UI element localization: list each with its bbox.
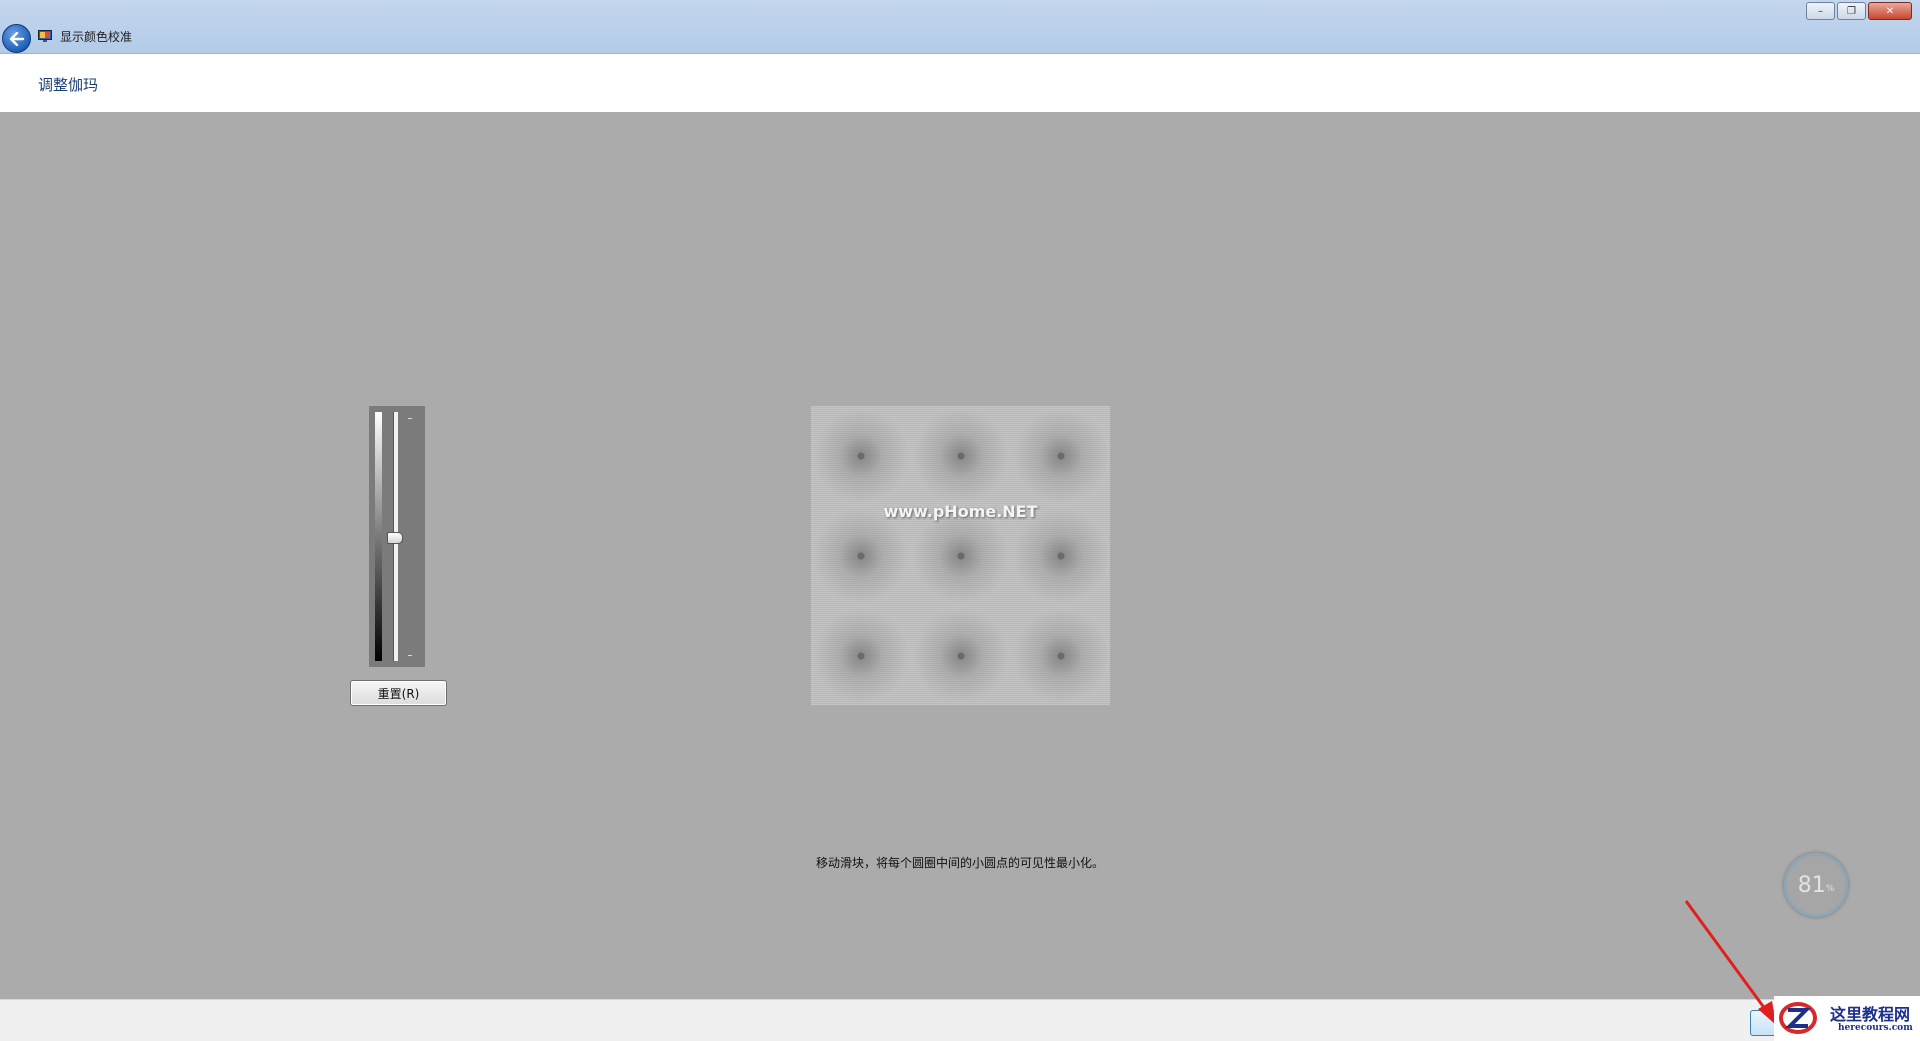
gamma-dot xyxy=(911,506,1011,606)
minimize-button[interactable]: – xyxy=(1806,2,1835,20)
window-controls: – ❐ ✕ xyxy=(1806,2,1912,20)
slider-tick-top xyxy=(408,418,412,419)
reset-button[interactable]: 重置(R) xyxy=(350,680,447,706)
progress-badge: 81% xyxy=(1784,853,1848,917)
window-title: 显示颜色校准 xyxy=(60,30,133,44)
arrow-left-icon xyxy=(9,31,24,46)
site-logo-mark-icon xyxy=(1779,1002,1817,1034)
calibration-window: 显示颜色校准 – ❐ ✕ 调整伽玛 重置(R) www.pHome.NET 移动… xyxy=(0,0,1920,1041)
title-bar: 显示颜色校准 – ❐ ✕ xyxy=(0,0,1920,54)
gamma-slider-thumb[interactable] xyxy=(387,531,403,544)
page-header: 调整伽玛 xyxy=(0,54,1920,112)
gamma-dot xyxy=(811,606,911,706)
site-logo: 这里教程网 herecours.com xyxy=(1774,996,1920,1041)
gamma-dot xyxy=(811,406,911,506)
gamma-sample-image: www.pHome.NET xyxy=(811,406,1111,706)
instruction-text: 移动滑块，将每个圆圈中间的小圆点的可见性最小化。 xyxy=(815,856,1104,870)
progress-value: 81 xyxy=(1797,872,1826,898)
gamma-dot xyxy=(811,506,911,606)
sample-watermark: www.pHome.NET xyxy=(883,502,1038,521)
gamma-dot xyxy=(911,406,1011,506)
close-button[interactable]: ✕ xyxy=(1868,2,1912,20)
gamma-gradient-bar xyxy=(375,412,382,661)
gamma-dot xyxy=(1011,506,1111,606)
back-button[interactable] xyxy=(2,24,31,53)
site-logo-en: herecours.com xyxy=(1838,1023,1913,1033)
monitor-icon xyxy=(38,30,52,42)
site-logo-cn: 这里教程网 xyxy=(1830,1005,1911,1024)
footer-bar: 下 xyxy=(0,999,1920,1041)
gamma-dot xyxy=(1011,406,1111,506)
gamma-dot xyxy=(1011,606,1111,706)
page-title: 调整伽玛 xyxy=(38,76,99,94)
gamma-slider-panel xyxy=(369,406,425,667)
progress-unit: % xyxy=(1825,884,1835,894)
slider-tick-bottom xyxy=(408,655,412,656)
gamma-dot xyxy=(911,606,1011,706)
restore-button[interactable]: ❐ xyxy=(1837,2,1866,20)
